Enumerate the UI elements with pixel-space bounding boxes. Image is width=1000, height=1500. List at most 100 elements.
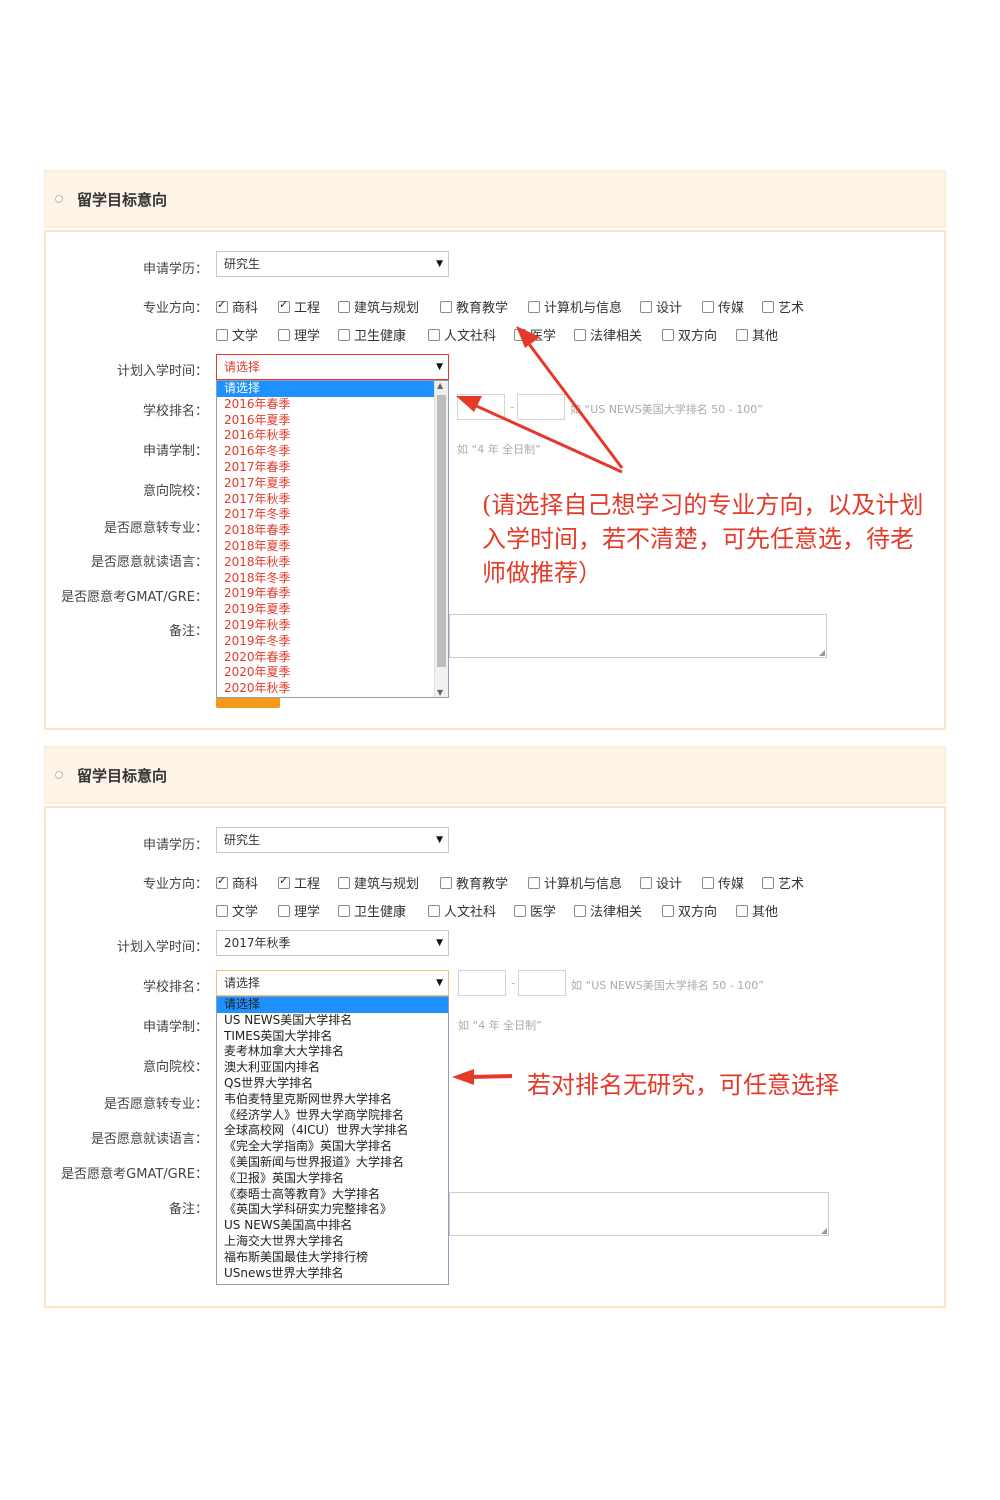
major-checkbox[interactable]: 人文社科 (428, 325, 496, 344)
major-checkbox[interactable]: 艺术 (762, 873, 804, 892)
ranking-option[interactable]: TIMES英国大学排名 (217, 1029, 448, 1045)
checkbox-icon[interactable] (640, 877, 652, 889)
ranking-option[interactable]: US NEWS美国高中排名 (217, 1218, 448, 1234)
major-checkbox[interactable]: 设计 (640, 873, 682, 892)
degree-select[interactable]: 研究生 ▼ (216, 827, 449, 853)
scrollbar-thumb[interactable] (437, 395, 446, 667)
major-checkbox[interactable]: 其他 (736, 901, 778, 920)
start-time-option[interactable]: 2020年夏季 (217, 665, 448, 681)
checkbox-icon[interactable] (762, 877, 774, 889)
ranking-option[interactable]: 《经济学人》世界大学商学院排名 (217, 1108, 448, 1124)
major-checkbox[interactable]: 计算机与信息 (528, 297, 622, 316)
start-time-option[interactable]: 2017年冬季 (217, 507, 448, 523)
ranking-from-input[interactable] (458, 970, 506, 996)
major-checkbox[interactable]: 其他 (736, 325, 778, 344)
start-time-option[interactable]: 2017年夏季 (217, 476, 448, 492)
start-time-option[interactable]: 2018年冬季 (217, 571, 448, 587)
checkbox-icon[interactable] (514, 329, 526, 341)
start-time-dropdown[interactable]: 请选择 2016年春季 2016年夏季 2016年秋季 2016年冬季 2017年春季 20… (216, 380, 449, 698)
ranking-option[interactable]: 澳大利亚国内排名 (217, 1060, 448, 1076)
start-time-option[interactable]: 2020年秋季 (217, 681, 448, 697)
start-time-option[interactable]: 2019年夏季 (217, 602, 448, 618)
major-checkbox[interactable]: 建筑与规划 (338, 873, 419, 892)
remarks-textarea[interactable]: ◢ (449, 614, 827, 658)
checkbox-icon[interactable] (278, 329, 290, 341)
checkbox-icon[interactable] (428, 329, 440, 341)
ranking-option[interactable]: 全球高校网（4ICU）世界大学排名 (217, 1123, 448, 1139)
start-time-option[interactable]: 2020年春季 (217, 650, 448, 666)
checkbox-icon[interactable] (216, 329, 228, 341)
ranking-option[interactable]: 《美国新闻与世界报道》大学排名 (217, 1155, 448, 1171)
checkbox-icon[interactable] (640, 301, 652, 313)
checkbox-icon[interactable] (736, 905, 748, 917)
checkbox-icon[interactable] (662, 905, 674, 917)
ranking-option[interactable]: US NEWS美国大学排名 (217, 1013, 448, 1029)
major-checkbox[interactable]: 理学 (278, 901, 320, 920)
major-checkbox[interactable]: 医学 (514, 325, 556, 344)
major-checkbox[interactable]: 商科 (216, 297, 258, 316)
start-time-option[interactable]: 2017年春季 (217, 460, 448, 476)
checkbox-icon[interactable] (574, 905, 586, 917)
ranking-from-input[interactable] (457, 394, 505, 420)
major-checkbox[interactable]: 法律相关 (574, 901, 642, 920)
start-time-option[interactable]: 2019年秋季 (217, 618, 448, 634)
start-time-option[interactable]: 2016年春季 (217, 397, 448, 413)
start-time-option[interactable]: 2018年春季 (217, 523, 448, 539)
checkbox-checked-icon[interactable] (278, 874, 290, 889)
major-checkbox[interactable]: 文学 (216, 325, 258, 344)
ranking-option[interactable]: 《卫报》英国大学排名 (217, 1171, 448, 1187)
checkbox-icon[interactable] (278, 905, 290, 917)
major-checkbox[interactable]: 教育教学 (440, 297, 508, 316)
ranking-option[interactable]: 韦伯麦特里克斯网世界大学排名 (217, 1092, 448, 1108)
scroll-up-icon[interactable]: ▲ (437, 381, 443, 390)
start-time-option[interactable]: 2019年春季 (217, 586, 448, 602)
checkbox-icon[interactable] (736, 329, 748, 341)
major-checkbox[interactable]: 教育教学 (440, 873, 508, 892)
major-checkbox[interactable]: 艺术 (762, 297, 804, 316)
checkbox-icon[interactable] (338, 329, 350, 341)
start-time-option[interactable]: 2016年夏季 (217, 413, 448, 429)
checkbox-icon[interactable] (574, 329, 586, 341)
ranking-option[interactable]: 麦考林加拿大大学排名 (217, 1044, 448, 1060)
checkbox-icon[interactable] (338, 877, 350, 889)
major-checkbox[interactable]: 理学 (278, 325, 320, 344)
start-time-option[interactable]: 2018年秋季 (217, 555, 448, 571)
degree-select[interactable]: 研究生 ▼ (216, 251, 449, 277)
scroll-down-icon[interactable]: ▼ (437, 688, 443, 697)
major-checkbox[interactable]: 双方向 (662, 325, 717, 344)
checkbox-icon[interactable] (762, 301, 774, 313)
checkbox-checked-icon[interactable] (216, 298, 228, 313)
major-checkbox[interactable]: 工程 (278, 873, 320, 892)
ranking-option[interactable]: 《英国大学科研实力完整排名》 (217, 1202, 448, 1218)
start-time-option[interactable]: 2016年秋季 (217, 428, 448, 444)
ranking-select[interactable]: 请选择 ▼ (216, 970, 449, 996)
checkbox-checked-icon[interactable] (278, 298, 290, 313)
start-time-option[interactable]: 请选择 (217, 381, 448, 397)
major-checkbox[interactable]: 卫生健康 (338, 901, 406, 920)
checkbox-icon[interactable] (528, 301, 540, 313)
checkbox-checked-icon[interactable] (216, 874, 228, 889)
major-checkbox[interactable]: 法律相关 (574, 325, 642, 344)
start-time-option[interactable]: 2019年冬季 (217, 634, 448, 650)
remarks-textarea[interactable]: ◢ (449, 1192, 829, 1236)
ranking-option[interactable]: 请选择 (217, 997, 448, 1013)
submit-button[interactable] (216, 698, 280, 708)
checkbox-icon[interactable] (702, 877, 714, 889)
major-checkbox[interactable]: 工程 (278, 297, 320, 316)
major-checkbox[interactable]: 卫生健康 (338, 325, 406, 344)
ranking-to-input[interactable] (518, 970, 566, 996)
checkbox-icon[interactable] (338, 905, 350, 917)
checkbox-icon[interactable] (440, 877, 452, 889)
checkbox-icon[interactable] (338, 301, 350, 313)
checkbox-icon[interactable] (702, 301, 714, 313)
ranking-to-input[interactable] (517, 394, 565, 420)
start-time-select[interactable]: 2017年秋季 ▼ (216, 930, 449, 956)
major-checkbox[interactable]: 商科 (216, 873, 258, 892)
start-time-option[interactable]: 2017年秋季 (217, 492, 448, 508)
checkbox-icon[interactable] (440, 301, 452, 313)
major-checkbox[interactable]: 设计 (640, 297, 682, 316)
start-time-select[interactable]: 请选择 ▼ (216, 354, 449, 380)
checkbox-icon[interactable] (528, 877, 540, 889)
major-checkbox[interactable]: 传媒 (702, 297, 744, 316)
checkbox-icon[interactable] (428, 905, 440, 917)
